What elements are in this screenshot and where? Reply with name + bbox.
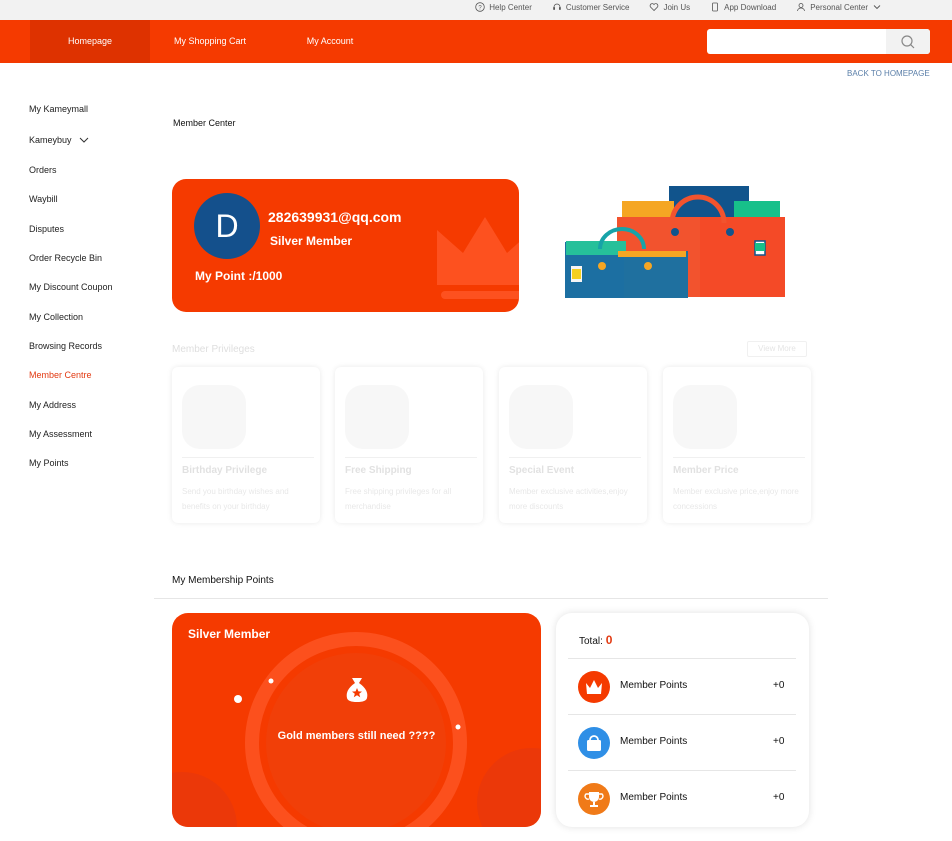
member-points: My Point :/1000 — [195, 269, 283, 283]
points-row: Member Points +0 — [568, 658, 796, 714]
svg-text:?: ? — [479, 5, 483, 11]
sidebar-item-orders[interactable]: Orders — [29, 165, 57, 175]
personal-center-link[interactable]: Personal Center — [796, 2, 882, 12]
sidebar-item-order-recycle-bin[interactable]: Order Recycle Bin — [29, 253, 102, 263]
crown-decoration-icon — [437, 217, 519, 299]
points-row-name: Member Points — [620, 680, 688, 691]
sidebar-item-my-address[interactable]: My Address — [29, 400, 76, 410]
search-icon — [901, 34, 915, 48]
privilege-name: Birthday Privilege — [182, 465, 268, 476]
top-utility-bar: ? Help Center Customer Service Join Us A… — [0, 0, 952, 20]
chevron-down-icon — [873, 5, 881, 10]
privilege-name: Member Price — [673, 465, 739, 476]
points-row: Member Points +0 — [568, 714, 796, 770]
sidebar-item-discount-coupon[interactable]: My Discount Coupon — [29, 282, 113, 292]
ring-decoration — [172, 632, 541, 827]
help-center-link[interactable]: ? Help Center — [475, 2, 532, 12]
gold-requirement-text: Gold members still need ???? — [277, 730, 436, 742]
headset-icon — [553, 3, 561, 10]
member-email: 282639931@qq.com — [268, 209, 402, 225]
divider — [182, 457, 314, 458]
sidebar-item-kameybuy[interactable]: Kameybuy — [29, 135, 90, 145]
divider — [509, 457, 641, 458]
avatar: D — [194, 193, 260, 259]
sidebar-item-my-collection[interactable]: My Collection — [29, 312, 83, 322]
main-navbar: Homepage My Shopping Cart My Account — [0, 20, 952, 63]
privilege-card[interactable]: Free Shipping Free shipping privileges f… — [335, 367, 483, 523]
total-label-text: Total: — [579, 636, 603, 647]
sidebar-item-disputes[interactable]: Disputes — [29, 224, 64, 234]
trophy-icon — [578, 783, 610, 815]
member-center-title: Member Center — [173, 118, 236, 128]
points-row-value: +0 — [773, 680, 785, 691]
divider — [345, 457, 477, 458]
points-row-name: Member Points — [620, 736, 688, 747]
bag-icon — [578, 727, 610, 759]
heart-icon — [650, 3, 659, 12]
privilege-card[interactable]: Member Price Member exclusive price,enjo… — [663, 367, 811, 523]
privileges-title: Member Privileges — [172, 344, 255, 355]
sidebar-item-my-assessment[interactable]: My Assessment — [29, 429, 92, 439]
gift-icon — [509, 385, 573, 449]
sidebar-item-browsing-records[interactable]: Browsing Records — [29, 341, 102, 351]
section-divider — [154, 598, 828, 599]
join-us-link[interactable]: Join Us — [649, 2, 690, 12]
crown-icon — [578, 671, 610, 703]
app-download-link[interactable]: App Download — [710, 2, 776, 12]
points-row-name: Member Points — [620, 792, 688, 803]
sidebar-item-label: Kameybuy — [29, 135, 72, 145]
view-more-button[interactable]: View More — [747, 341, 807, 357]
customer-service-link[interactable]: Customer Service — [552, 2, 630, 12]
member-level: Silver Member — [270, 234, 353, 248]
user-icon — [797, 3, 806, 12]
privilege-desc: Send you birthday wishes and benefits on… — [182, 487, 289, 511]
search-input[interactable] — [707, 29, 930, 54]
nav-homepage[interactable]: Homepage — [30, 20, 150, 63]
total-value: 0 — [605, 633, 613, 647]
privilege-card[interactable]: Special Event Member exclusive activitie… — [499, 367, 647, 523]
privilege-desc: Member exclusive price,enjoy more conces… — [673, 487, 799, 511]
personal-center-label: Personal Center — [810, 2, 868, 12]
privilege-name: Special Event — [509, 465, 575, 476]
back-to-homepage-link[interactable]: BACK TO HOMEPAGE — [847, 69, 930, 78]
sidebar-item-my-kameymall[interactable]: My Kameymall — [29, 104, 88, 114]
search-button[interactable] — [886, 29, 930, 54]
help-center-label: Help Center — [489, 2, 532, 12]
sidebar-item-member-centre[interactable]: Member Centre — [29, 370, 92, 380]
total-points-panel: Total: 0 Member Points +0 Member Points … — [556, 613, 809, 827]
privilege-desc: Free shipping privileges for all merchan… — [345, 487, 452, 511]
money-bag-icon — [346, 678, 368, 702]
nav-shopping-cart[interactable]: My Shopping Cart — [160, 20, 260, 63]
nav-my-account[interactable]: My Account — [290, 20, 370, 63]
privilege-card[interactable]: Birthday Privilege Send you birthday wis… — [172, 367, 320, 523]
points-row-value: +0 — [773, 792, 785, 803]
points-row: Member Points +0 — [568, 770, 796, 826]
divider — [673, 457, 805, 458]
sidebar-item-my-points[interactable]: My Points — [29, 458, 69, 468]
app-download-label: App Download — [724, 2, 777, 12]
help-icon: ? — [475, 2, 485, 12]
sidebar-item-waybill[interactable]: Waybill — [29, 194, 58, 204]
chevron-down-icon — [79, 137, 88, 143]
topbar-links: ? Help Center Customer Service Join Us A… — [475, 2, 882, 12]
shipping-icon — [345, 385, 409, 449]
cake-icon — [182, 385, 246, 449]
total-label: Total: 0 — [579, 633, 612, 647]
crown-icon — [673, 385, 737, 449]
member-card: D 282639931@qq.com Silver Member My Poin… — [172, 179, 519, 312]
points-row-value: +0 — [773, 736, 785, 747]
points-level-card: Silver Member Gold members still need ??… — [172, 613, 541, 827]
points-card-level: Silver Member — [188, 627, 271, 641]
phone-icon — [712, 2, 719, 12]
membership-points-title: My Membership Points — [172, 575, 274, 586]
privilege-name: Free Shipping — [345, 465, 412, 476]
shopping-bags-illustration — [565, 186, 785, 298]
join-us-label: Join Us — [663, 2, 691, 12]
privilege-desc: Member exclusive activities,enjoy more d… — [509, 487, 628, 511]
customer-service-label: Customer Service — [565, 2, 630, 12]
